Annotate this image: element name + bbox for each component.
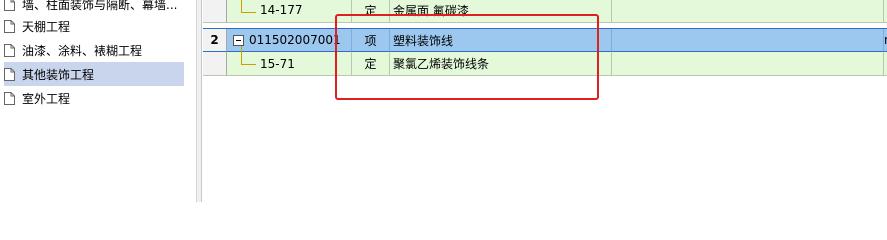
document-icon xyxy=(4,0,15,11)
tree-item-outdoor[interactable]: 室外工程 xyxy=(4,86,184,110)
tree-item-other-decoration[interactable]: 其他装饰工程 xyxy=(4,62,184,86)
spec-cell[interactable] xyxy=(612,29,884,52)
tree-item-paint[interactable]: 油漆、涂料、裱糊工程 xyxy=(4,38,184,62)
category-tree: 墙、柱面装饰与隔断、幕墙... 天棚工程 油漆、涂料、裱糊工程 其他装饰工程 室… xyxy=(0,0,196,202)
code-text: 011502007001 xyxy=(249,33,341,47)
tree-connector xyxy=(241,46,242,64)
table-row[interactable]: 15-71 定 聚氯乙烯装饰线条 xyxy=(203,52,887,76)
spec-cell[interactable] xyxy=(612,0,884,23)
document-icon xyxy=(4,67,15,81)
name-cell[interactable]: 金属面 氟碳漆 xyxy=(390,0,612,23)
tree-connector xyxy=(241,0,242,12)
collapse-icon[interactable] xyxy=(233,34,244,46)
tree-item-label: 室外工程 xyxy=(22,91,71,106)
tree-item-label: 墙、柱面装饰与隔断、幕墙... xyxy=(22,0,178,12)
type-cell[interactable]: 定 xyxy=(352,52,390,76)
row-number xyxy=(203,0,227,23)
type-cell[interactable]: 定 xyxy=(352,0,390,23)
tree-item-label: 天棚工程 xyxy=(22,19,71,34)
row-number: 2 xyxy=(203,29,227,52)
tree-connector xyxy=(241,64,256,65)
tree-item-label: 其他装饰工程 xyxy=(22,67,95,82)
document-icon xyxy=(4,43,15,57)
table-row[interactable]: 14-177 定 金属面 氟碳漆 xyxy=(203,0,887,23)
row-number xyxy=(203,52,227,76)
type-cell[interactable]: 项 xyxy=(352,29,390,52)
bill-grid: 14-177 定 金属面 氟碳漆 2 011502007001 项 塑料装饰线 … xyxy=(203,0,887,202)
tree-connector xyxy=(241,12,256,13)
name-cell[interactable]: 聚氯乙烯装饰线条 xyxy=(390,52,612,76)
code-cell[interactable]: 011502007001 xyxy=(227,29,352,52)
document-icon xyxy=(4,19,15,33)
document-icon xyxy=(4,91,15,105)
code-text: 15-71 xyxy=(260,56,295,71)
empty-grid-area xyxy=(203,76,887,202)
code-text: 14-177 xyxy=(260,3,303,17)
tree-item-ceiling[interactable]: 天棚工程 xyxy=(4,14,184,38)
panel-splitter[interactable] xyxy=(196,0,202,202)
name-cell[interactable]: 塑料装饰线 xyxy=(390,29,612,52)
spec-cell[interactable] xyxy=(612,52,884,76)
tree-item-label: 油漆、涂料、裱糊工程 xyxy=(22,43,143,58)
table-row[interactable]: 2 011502007001 项 塑料装饰线 n xyxy=(203,28,887,52)
